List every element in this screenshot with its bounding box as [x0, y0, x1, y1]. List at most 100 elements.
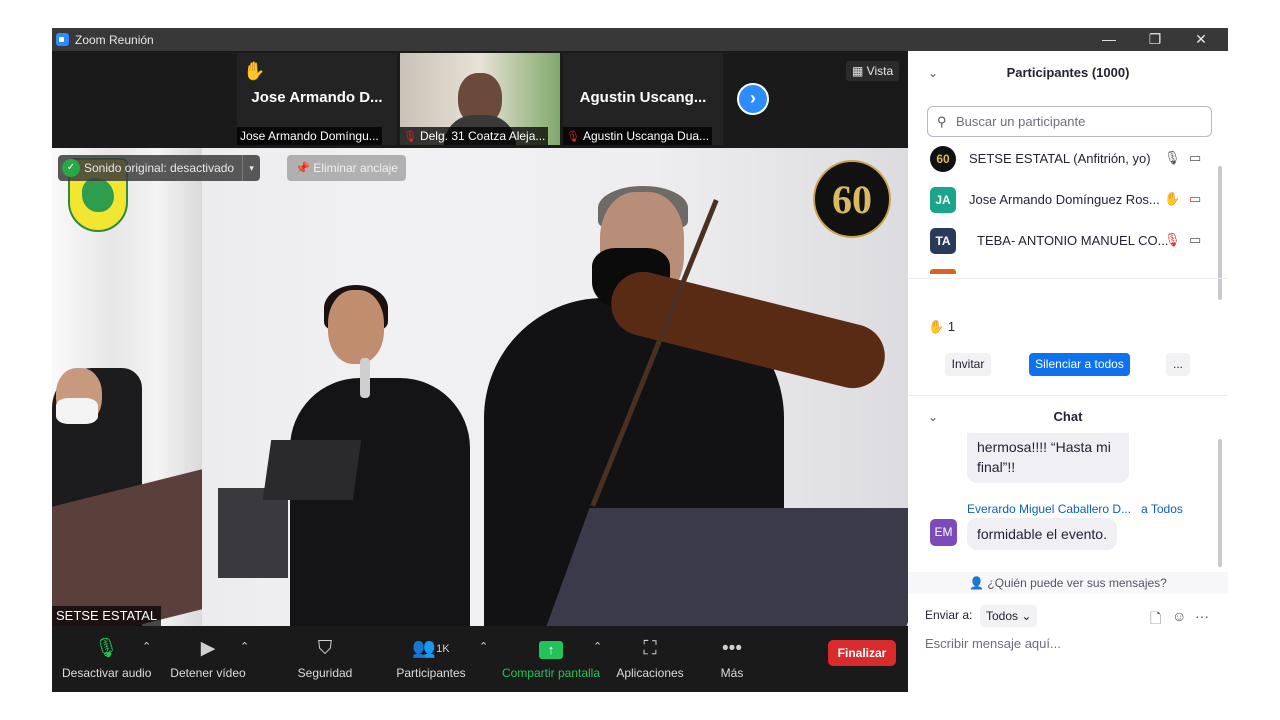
- close-button[interactable]: ✕: [1178, 28, 1224, 51]
- collapse-chevron-icon[interactable]: ⌄: [928, 395, 938, 439]
- chat-more-icon[interactable]: ···: [1195, 608, 1209, 624]
- microphone-icon: 🎙: [93, 638, 119, 659]
- search-icon: ⚲: [937, 114, 947, 129]
- side-panel: ⌄ Participantes (1000) ⚲ Buscar un parti…: [908, 51, 1228, 692]
- chat-scrollbar[interactable]: [1218, 439, 1222, 567]
- audio-options-caret[interactable]: ⌃: [142, 640, 151, 653]
- security-label: Seguridad: [297, 666, 353, 680]
- participants-icon: 👥1K: [412, 638, 450, 659]
- stop-video-label: Detener vídeo: [170, 666, 246, 680]
- video-camera-icon[interactable]: ▭: [1189, 150, 1201, 166]
- video-area: ✋ Jose Armando D... Jose Armando Domíngu…: [52, 51, 908, 692]
- video-off-icon[interactable]: ▭: [1189, 191, 1201, 207]
- recipient-select[interactable]: Todos ⌄: [980, 605, 1038, 627]
- chat-message-input[interactable]: Escribir mensaje aquí...: [925, 636, 1215, 651]
- avatar: EM: [930, 519, 957, 546]
- participant-thumbnail[interactable]: ✋ Jose Armando D... Jose Armando Domíngu…: [237, 53, 397, 145]
- participant-search-input[interactable]: ⚲ Buscar un participante: [927, 106, 1212, 137]
- thumbnail-label: Jose Armando Domíngu...: [237, 127, 382, 145]
- video-scene: [360, 358, 370, 398]
- pin-icon: 📌: [295, 161, 314, 175]
- end-meeting-button[interactable]: Finalizar: [828, 640, 896, 666]
- view-button[interactable]: ▦ Vista: [846, 61, 900, 81]
- avatar: 60: [930, 146, 956, 172]
- apps-label: Aplicaciones: [616, 666, 684, 680]
- message-visibility-link[interactable]: 👤 ¿Quién puede ver sus mensajes?: [908, 572, 1228, 594]
- participants-button[interactable]: 👥1K Participantes: [395, 634, 467, 680]
- participants-label: Participantes: [396, 666, 466, 680]
- more-dots-icon: •••: [722, 638, 742, 659]
- chat-message: formidable el evento.: [967, 518, 1117, 550]
- participant-row[interactable]: 60 SETSE ESTATAL (Anfitrión, yo) 🎙 ▭: [930, 144, 1220, 176]
- participants-scrollbar[interactable]: [1218, 166, 1222, 300]
- zoom-window: Zoom Reunión — ❐ ✕ ✋ Jose Armando D... J…: [52, 28, 1228, 692]
- mute-all-button[interactable]: Silenciar a todos: [1029, 353, 1130, 376]
- speaker-name-label: SETSE ESTATAL: [52, 606, 162, 626]
- emoji-icon[interactable]: ☺: [1172, 608, 1186, 624]
- thumbnail-display-name: Jose Armando D...: [251, 89, 383, 106]
- chat-recipient: a Todos: [1141, 502, 1183, 516]
- mute-audio-button[interactable]: 🎙 Desactivar audio: [62, 634, 151, 680]
- grid-icon: ▦: [852, 64, 867, 78]
- avatar: JA: [930, 187, 956, 213]
- video-scene: [218, 488, 288, 578]
- dropdown-caret-icon[interactable]: ▾: [242, 155, 260, 181]
- stop-video-button[interactable]: ▶ Detener vídeo: [168, 634, 248, 680]
- participants-header: ⌄ Participantes (1000): [908, 51, 1228, 95]
- participant-row[interactable]: TA TEBA- ANTONIO MANUEL CO... 🎙 ▭: [930, 226, 1220, 258]
- mic-muted-icon[interactable]: 🎙: [1164, 232, 1181, 248]
- video-scene: [290, 378, 470, 626]
- video-scene: [262, 440, 362, 500]
- participants-options-caret[interactable]: ⌃: [479, 640, 488, 653]
- chat-sender: Everardo Miguel Caballero D... a Todos: [967, 502, 1183, 516]
- thumbnail-label: 🎙 Delg. 31 Coatza Aleja...: [400, 127, 549, 145]
- restore-button[interactable]: ❐: [1132, 28, 1178, 51]
- window-title: Zoom Reunión: [75, 33, 154, 47]
- zoom-logo-icon: [56, 33, 69, 46]
- thumbnail-strip: ✋ Jose Armando D... Jose Armando Domíngu…: [52, 51, 908, 146]
- more-button[interactable]: ••• Más: [712, 634, 752, 680]
- invite-button[interactable]: Invitar: [945, 353, 991, 376]
- share-screen-icon: ↑: [539, 641, 563, 659]
- video-camera-icon[interactable]: ▭: [1189, 232, 1201, 248]
- chat-message: hermosa!!!! “Hasta mi final”!!: [967, 433, 1129, 483]
- participant-name: SETSE ESTATAL (Anfitrión, yo): [969, 151, 1151, 166]
- shield-icon: ⛉: [317, 638, 333, 659]
- share-options-caret[interactable]: ⌃: [593, 640, 602, 653]
- file-icon[interactable]: 🗋: [1150, 608, 1161, 632]
- unpin-button[interactable]: 📌 Eliminar anclaje: [287, 155, 406, 181]
- shield-check-icon: ✓: [62, 159, 80, 177]
- raised-hand-icon: ✋: [928, 319, 948, 334]
- person-icon: 👤: [969, 576, 988, 590]
- collapse-chevron-icon[interactable]: ⌄: [928, 51, 938, 95]
- security-button[interactable]: ⛉ Seguridad: [294, 634, 356, 680]
- apps-button[interactable]: ⛶ Aplicaciones: [614, 634, 686, 680]
- meeting-toolbar: 🎙 Desactivar audio ⌃ ▶ Detener vídeo ⌃ ⛉…: [52, 626, 908, 692]
- participant-name: TEBA- ANTONIO MANUEL CO...: [977, 233, 1169, 248]
- microphone-icon[interactable]: 🎙: [1164, 150, 1181, 166]
- chat-title: Chat: [1053, 409, 1083, 424]
- chevron-down-icon: ⌄: [1021, 609, 1032, 623]
- video-scene: [56, 398, 98, 424]
- minimize-button[interactable]: —: [1086, 28, 1132, 51]
- participant-thumbnail[interactable]: Agustin Uscang... 🎙 Agustin Uscanga Dua..…: [563, 53, 723, 145]
- partial-avatar: [930, 269, 956, 274]
- video-scene: [328, 290, 384, 364]
- mic-muted-icon: 🎙: [566, 131, 580, 143]
- participant-thumbnail[interactable]: 🎙 Delg. 31 Coatza Aleja...: [400, 53, 560, 145]
- raised-hand-icon: ✋: [1164, 191, 1181, 206]
- participant-row[interactable]: JA Jose Armando Domínguez Ros... ✋ ▭: [930, 185, 1220, 217]
- thumbnail-label: 🎙 Agustin Uscanga Dua...: [563, 127, 713, 145]
- video-options-caret[interactable]: ⌃: [240, 640, 249, 653]
- video-scene: [538, 508, 908, 626]
- next-page-button[interactable]: ›: [737, 83, 769, 115]
- share-screen-label: Compartir pantalla: [501, 666, 601, 680]
- original-sound-control[interactable]: ✓ Sonido original: desactivado ▾: [58, 155, 261, 181]
- participants-more-button[interactable]: ...: [1166, 353, 1190, 376]
- original-sound-label: Sonido original: desactivado: [84, 161, 235, 175]
- participants-title: Participantes (1000): [1006, 65, 1130, 80]
- participant-name: Jose Armando Domínguez Ros...: [969, 192, 1160, 207]
- share-screen-button[interactable]: ↑ Compartir pantalla: [501, 634, 601, 680]
- apps-icon: ⛶: [643, 638, 657, 659]
- thumbnail-display-name: Agustin Uscang...: [579, 89, 707, 106]
